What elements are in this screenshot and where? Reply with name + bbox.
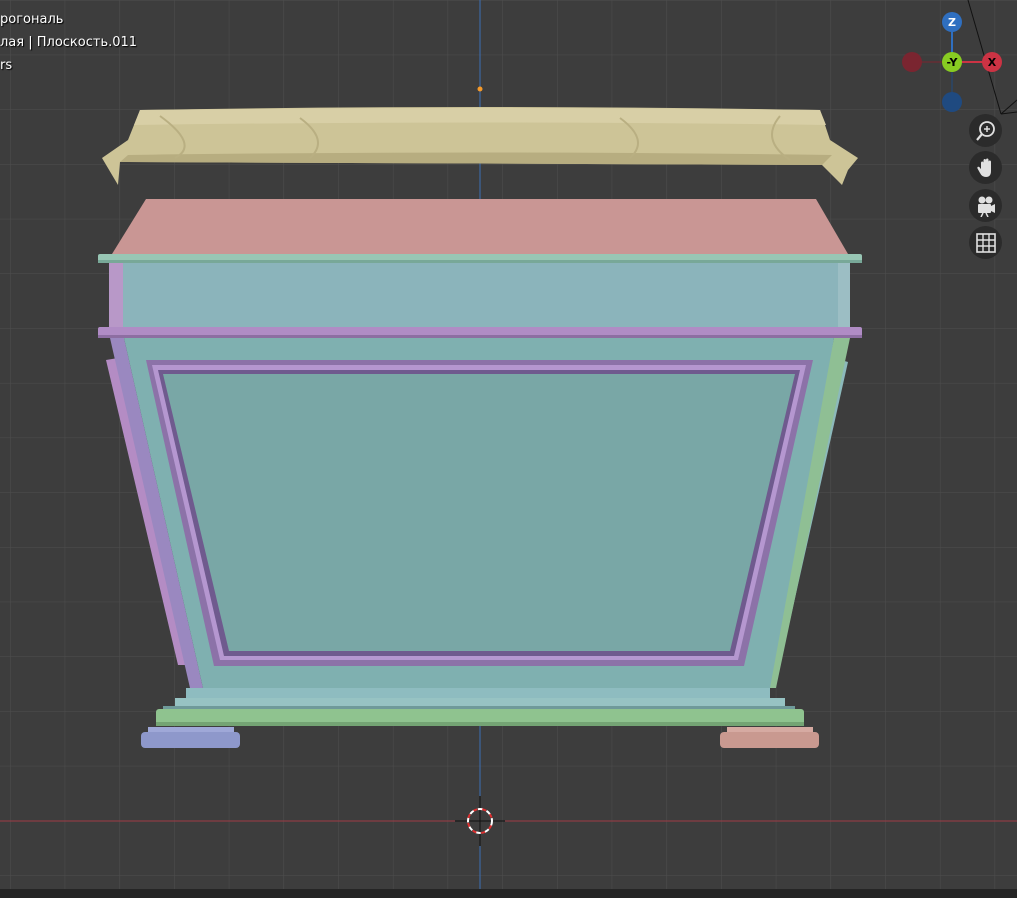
top-slab[interactable] — [98, 199, 862, 263]
gizmo-neg-y-axis[interactable]: -Y — [942, 52, 962, 72]
zoom-icon — [975, 120, 995, 141]
base-plinth[interactable] — [156, 688, 804, 726]
3d-viewport[interactable] — [0, 0, 1017, 898]
pan-button[interactable] — [969, 151, 1002, 184]
gizmo-z-axis[interactable]: Z — [942, 12, 962, 32]
foot-right[interactable] — [720, 727, 819, 748]
gizmo-neg-x-axis[interactable] — [902, 52, 922, 72]
upper-body[interactable] — [98, 263, 862, 338]
foot-left[interactable] — [141, 727, 240, 748]
gizmo-neg-z-axis[interactable] — [942, 92, 962, 112]
camera-view-button[interactable] — [969, 189, 1002, 222]
gizmo-x-axis[interactable]: X — [982, 52, 1002, 72]
lower-body[interactable] — [106, 338, 850, 688]
collection-object-label: лая | Плоскость.011 — [0, 35, 138, 50]
ortho-toggle-button[interactable] — [969, 226, 1002, 259]
zoom-button[interactable] — [969, 114, 1002, 147]
view-name-label: рогональ — [0, 12, 64, 27]
grid-icon — [975, 232, 996, 253]
units-label: rs — [0, 58, 13, 73]
camera-icon — [977, 196, 995, 217]
pan-hand-icon — [976, 158, 991, 177]
object-origin — [477, 86, 483, 92]
status-bar — [0, 889, 1017, 898]
viewport-canvas[interactable] — [0, 0, 1017, 898]
